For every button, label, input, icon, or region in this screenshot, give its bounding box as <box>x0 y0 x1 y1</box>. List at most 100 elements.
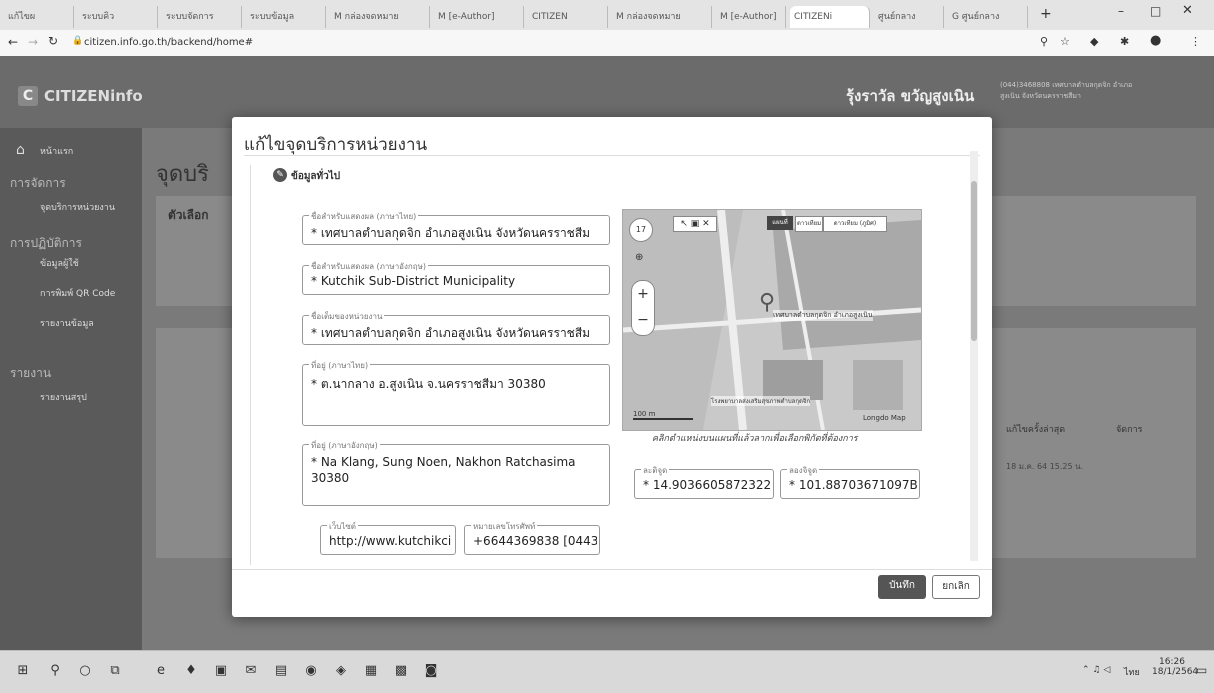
reload-icon[interactable]: ↻ <box>48 34 58 48</box>
table-header: แก้ไขครั้งล่าสุด <box>1006 425 1066 435</box>
field-value[interactable]: 30380 <box>311 471 607 485</box>
section-title: ข้อมูลทั่วไป <box>291 171 341 182</box>
field-label: ลองจิจูด <box>787 464 820 477</box>
app-logo-text[interactable]: CITIZENinfo <box>44 87 143 105</box>
map-locate-icon[interactable]: ⊕ <box>635 252 643 263</box>
field-value[interactable]: * ต.นากลาง อ.สูงเนิน จ.นครราชสีมา 30380 <box>311 375 607 394</box>
footer-divider <box>232 569 992 570</box>
map-zoom-control[interactable]: + − <box>631 280 655 336</box>
user-info: (044)3468808 เทศบาลตำบลกุดจิก อำเภอ สูงเ… <box>1000 80 1210 102</box>
divider <box>244 155 980 156</box>
cancel-button[interactable]: ยกเลิก <box>932 575 980 599</box>
browser-tab[interactable]: ระบบจัดการ <box>162 6 242 28</box>
browser-tab[interactable]: M กล่องจดหมาย <box>612 6 712 28</box>
field-value[interactable]: * Kutchik Sub-District Municipality <box>311 274 607 288</box>
map-tab-normal[interactable]: แผนที่ <box>767 216 793 230</box>
browser-tab[interactable]: CITIZEN <box>528 6 608 28</box>
browser-tab-bar: แก้ไขผ ระบบคิว ระบบจัดการ ระบบข้อมูล M ก… <box>0 0 1214 31</box>
back-icon[interactable]: ← <box>8 35 18 49</box>
sidebar-section-manage: การจัดการ <box>10 176 66 190</box>
field-label: หมายเลขโทรศัพท์ <box>471 520 538 533</box>
scrollbar-thumb[interactable] <box>971 181 977 341</box>
field-value[interactable]: * เทศบาลตำบลกุดจิก อำเภอสูงเนิน จังหวัดน… <box>311 324 607 343</box>
latitude-field[interactable]: ละติจูด * 14.9036605872322 <box>634 464 774 499</box>
save-button[interactable]: บันทึก <box>878 575 926 599</box>
edge-icon[interactable]: e <box>150 661 172 681</box>
phone-field[interactable]: หมายเลขโทรศัพท์ +6644369838 [04436! <box>464 520 600 555</box>
modal-scrollbar[interactable] <box>970 151 978 561</box>
language-indicator[interactable]: ไทย <box>1124 665 1140 679</box>
sidebar-item-report-summary[interactable]: รายงานสรุป <box>40 390 87 404</box>
windows-start-icon[interactable]: ⊞ <box>12 661 34 681</box>
minimize-icon[interactable]: – <box>1118 4 1124 18</box>
sidebar-item-report-data[interactable]: รายงานข้อมูล <box>40 316 94 330</box>
user-info-line: (044)3468808 เทศบาลตำบลกุดจิก อำเภอ <box>1000 81 1133 89</box>
browser-tab[interactable]: M [e-Author] <box>434 6 524 28</box>
new-tab-icon[interactable]: + <box>1040 6 1052 22</box>
browser-tab-active[interactable]: CITIZENi <box>790 6 870 28</box>
browser-tab[interactable]: ระบบคิว <box>78 6 158 28</box>
clock[interactable]: 16:26 18/1/2564 <box>1152 657 1198 677</box>
extension-icon[interactable]: ◆ <box>1090 35 1098 48</box>
address-en-field[interactable]: ที่อยู่ (ภาษาอังกฤษ) * Na Klang, Sung No… <box>302 439 610 506</box>
field-value[interactable]: * 101.88703671097B <box>789 478 917 492</box>
name-th-field[interactable]: ชื่อสำหรับแสดงผล (ภาษาไทย) * เทศบาลตำบลก… <box>302 210 610 245</box>
sidebar-section-operation: การปฏิบัติการ <box>10 236 82 250</box>
location-icon[interactable]: ⚲ <box>1040 35 1048 48</box>
longitude-field[interactable]: ลองจิจูด * 101.88703671097B <box>780 464 920 499</box>
app-icon[interactable]: ◈ <box>330 661 352 681</box>
app-icon[interactable]: ▦ <box>360 661 382 681</box>
bookmark-star-icon[interactable]: ☆ <box>1060 35 1070 48</box>
maximize-icon[interactable]: □ <box>1150 4 1161 18</box>
field-value[interactable]: http://www.kutchikci <box>329 534 453 548</box>
browser-tab[interactable]: M กล่องจดหมาย <box>330 6 430 28</box>
user-info-line: สูงเนิน จังหวัดนครราชสีมา <box>1000 92 1081 100</box>
forward-icon[interactable]: → <box>28 35 38 49</box>
puzzle-icon[interactable]: ✱ <box>1120 35 1129 48</box>
sidebar-item-users[interactable]: ข้อมูลผู้ใช้ <box>40 256 79 270</box>
cortana-icon[interactable]: ○ <box>74 661 96 681</box>
menu-icon[interactable]: ⋮ <box>1190 35 1201 48</box>
browser-tab[interactable]: M [e-Author] <box>716 6 786 28</box>
map-view[interactable]: 17 ↖ ▣ ✕ แผนที่ ดาวเทียม ดาวเทียม (ภูมิศ… <box>622 209 922 431</box>
table-cell-date: 18 ม.ค. 64 15.25 น. <box>1006 462 1084 471</box>
map-tab-satellite[interactable]: ดาวเทียม <box>795 216 823 232</box>
chrome-icon[interactable]: ◉ <box>300 661 322 681</box>
url-text[interactable]: citizen.info.go.th/backend/home# <box>84 37 253 48</box>
website-field[interactable]: เว็บไซต์ http://www.kutchikci <box>320 520 456 555</box>
app-icon[interactable]: ▩ <box>390 661 412 681</box>
name-en-field[interactable]: ชื่อสำหรับแสดงผล (ภาษาอังกฤษ) * Kutchik … <box>302 260 610 295</box>
map-tab-hybrid[interactable]: ดาวเทียม (ภูมิศ) <box>823 216 887 232</box>
field-value[interactable]: * เทศบาลตำบลกุดจิก อำเภอสูงเนิน จังหวัดน… <box>311 224 607 243</box>
profile-icon[interactable]: ● <box>1150 33 1161 48</box>
user-name[interactable]: รุ้งราวัล ขวัญสูงเนิน <box>846 84 974 108</box>
browser-tab[interactable]: ศูนย์กลาง <box>874 6 944 28</box>
sidebar-item-service-points[interactable]: จุดบริการหน่วยงาน <box>40 200 136 214</box>
map-pan-control[interactable]: 17 <box>629 218 653 242</box>
sidebar-item-home[interactable]: หน้าแรก <box>40 144 73 158</box>
line-icon[interactable]: ◙ <box>420 661 442 681</box>
notification-icon[interactable]: ▭ <box>1196 663 1207 677</box>
app-icon[interactable]: ♦ <box>180 661 202 681</box>
tray-icons[interactable]: ⌃ ♫ ◁ <box>1082 665 1110 675</box>
sidebar-item-qr[interactable]: การพิมพ์ QR Code <box>40 286 136 300</box>
field-value[interactable]: +6644369838 [04436! <box>473 534 597 548</box>
mail-icon[interactable]: ✉ <box>240 661 262 681</box>
home-icon: ⌂ <box>16 142 25 158</box>
task-view-icon[interactable]: ⧉ <box>104 661 126 681</box>
sidebar-section-report: รายงาน <box>10 366 52 380</box>
close-window-icon[interactable]: ✕ <box>1182 3 1193 18</box>
browser-tab[interactable]: แก้ไขผ <box>4 6 74 28</box>
field-label: ละติจูด <box>641 464 670 477</box>
store-icon[interactable]: ▣ <box>210 661 232 681</box>
field-value[interactable]: * Na Klang, Sung Noen, Nakhon Ratchasima <box>311 455 607 469</box>
address-th-field[interactable]: ที่อยู่ (ภาษาไทย) * ต.นากลาง อ.สูงเนิน จ… <box>302 359 610 426</box>
map-hint: คลิกตำแหน่งบนแผนที่แล้วลากเพื่อเลือกพิกั… <box>652 434 858 444</box>
browser-tab[interactable]: ระบบข้อมูล <box>246 6 326 28</box>
browser-tab[interactable]: G ศูนย์กลาง <box>948 6 1028 28</box>
map-draw-tools[interactable]: ↖ ▣ ✕ <box>673 216 717 232</box>
org-name-field[interactable]: ชื่อเต็มของหน่วยงาน * เทศบาลตำบลกุดจิก อ… <box>302 310 610 345</box>
search-icon[interactable]: ⚲ <box>44 661 66 681</box>
field-value[interactable]: * 14.9036605872322 <box>643 478 771 492</box>
folder-icon[interactable]: ▤ <box>270 661 292 681</box>
